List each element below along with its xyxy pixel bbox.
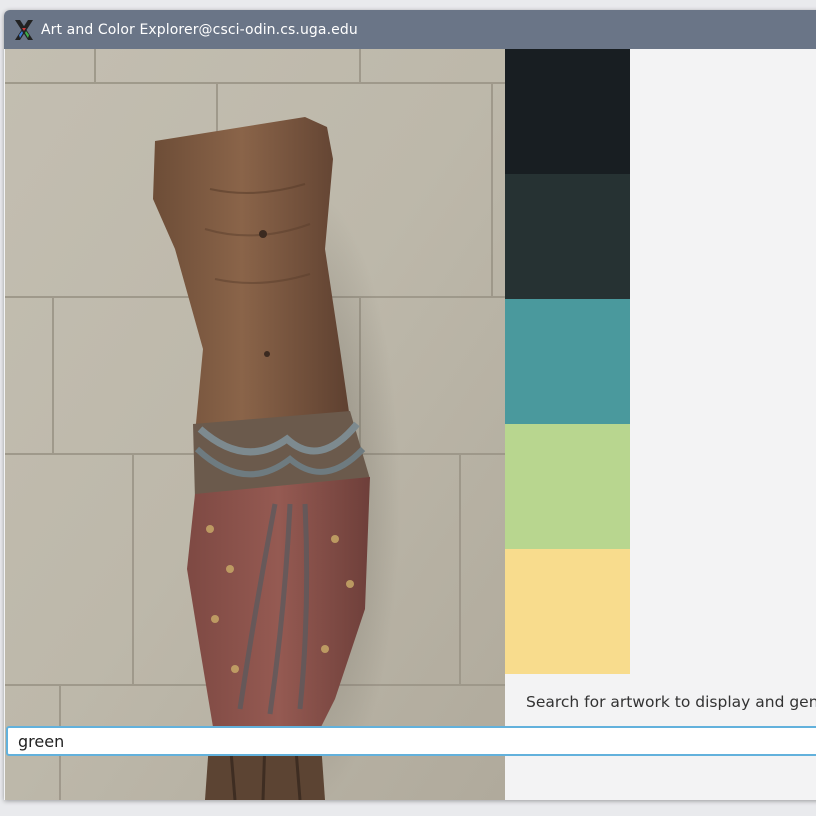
palette-swatch-5 [505,549,630,674]
window-title: Art and Color Explorer@csci-odin.cs.uga.… [41,21,358,38]
palette-swatch-4 [505,424,630,549]
title-bar[interactable]: Art and Color Explorer@csci-odin.cs.uga.… [4,10,816,49]
x11-icon [15,19,33,40]
search-input[interactable] [6,726,816,756]
main-content: Search for artwork to display and genera… [4,49,816,800]
status-message: Search for artwork to display and genera… [526,693,816,711]
color-palette [505,49,630,674]
artwork-image [5,49,505,800]
palette-swatch-3 [505,299,630,424]
palette-swatch-1 [505,49,630,174]
app-window: Art and Color Explorer@csci-odin.cs.uga.… [4,10,816,800]
palette-swatch-2 [505,174,630,299]
